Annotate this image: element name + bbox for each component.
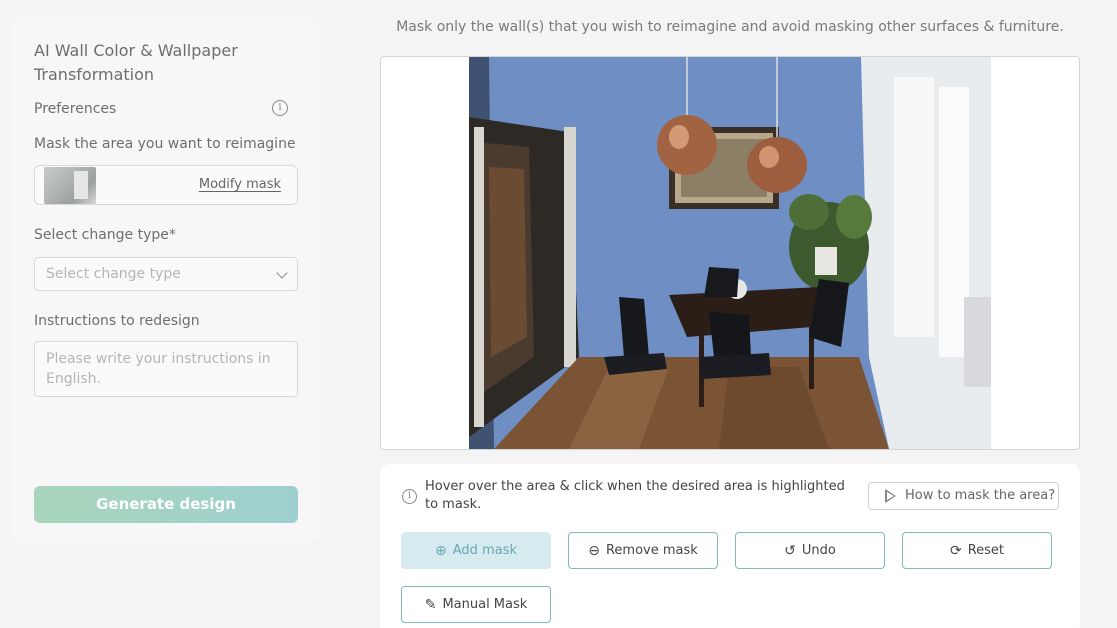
brush-icon: ✎	[424, 596, 437, 613]
reset-label: Reset	[967, 543, 1005, 558]
manual-mask-button[interactable]: ✎ Manual Mask	[401, 586, 551, 623]
remove-mask-button[interactable]: ⊖ Remove mask	[568, 532, 718, 569]
mask-thumbnail	[44, 167, 96, 204]
remove-mask-label: Remove mask	[605, 543, 698, 558]
chevron-down-icon	[276, 267, 288, 279]
undo-label: Undo	[801, 543, 836, 558]
manual-mask-label: Manual Mask	[442, 597, 528, 612]
room-photo[interactable]	[469, 57, 991, 449]
change-type-select[interactable]: Select change type	[34, 257, 298, 291]
how-to-mask-button[interactable]: How to mask the area?	[868, 482, 1059, 510]
info-icon[interactable]: i	[272, 100, 288, 116]
undo-button[interactable]: ↺ Undo	[735, 532, 885, 569]
generate-design-button[interactable]: Generate design	[34, 486, 298, 523]
panel-title: AI Wall Color & Wallpaper Transformation	[34, 41, 238, 84]
modify-mask-link[interactable]: Modify mask	[199, 177, 281, 192]
plus-circle-icon: ⊕	[435, 542, 447, 559]
hover-hint: Hover over the area & click when the des…	[425, 479, 845, 512]
change-type-placeholder: Select change type	[46, 266, 181, 282]
undo-icon: ↺	[784, 542, 796, 559]
info-icon: i	[402, 489, 417, 504]
instructions-input[interactable]: Please write your instructions in Englis…	[34, 341, 298, 397]
masking-hint: Mask only the wall(s) that you wish to r…	[396, 19, 1064, 35]
how-to-mask-label: How to mask the area?	[905, 488, 1056, 503]
play-icon	[885, 489, 896, 503]
preferences-panel: AI Wall Color & Wallpaper Transformation…	[12, 17, 320, 543]
mask-label: Mask the area you want to reimagine	[34, 136, 296, 152]
refresh-icon: ⟳	[949, 542, 962, 559]
preferences-label: Preferences	[34, 101, 117, 117]
instructions-label: Instructions to redesign	[34, 313, 200, 329]
reset-button[interactable]: ⟳ Reset	[902, 532, 1052, 569]
add-mask-label: Add mask	[452, 543, 517, 558]
change-type-label: Select change type*	[34, 227, 176, 243]
minus-circle-icon: ⊖	[588, 542, 600, 559]
add-mask-button[interactable]: ⊕ Add mask	[401, 532, 551, 569]
mask-toolbar: i Hover over the area & click when the d…	[380, 464, 1080, 628]
image-canvas[interactable]	[380, 56, 1080, 450]
mask-preview-box: Modify mask	[34, 165, 298, 205]
